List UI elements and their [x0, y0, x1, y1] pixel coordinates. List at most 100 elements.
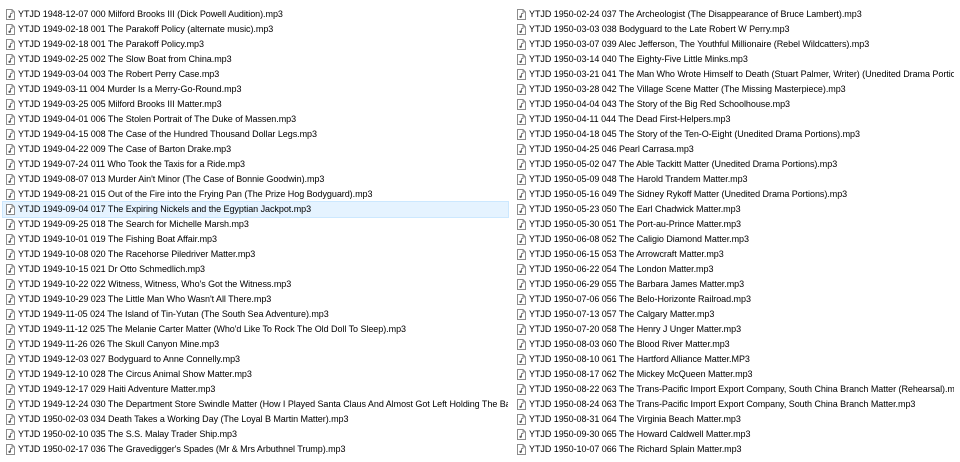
audio-file-icon	[6, 249, 15, 260]
file-item[interactable]: YTJD 1949-10-15 021 Dr Otto Schmedlich.m…	[3, 262, 508, 277]
file-item[interactable]: YTJD 1950-07-06 056 The Belo-Horizonte R…	[514, 292, 954, 307]
file-item[interactable]: YTJD 1950-05-09 048 The Harold Trandem M…	[514, 172, 954, 187]
file-item[interactable]: YTJD 1949-11-05 024 The Island of Tin-Yu…	[3, 307, 508, 322]
file-item[interactable]: YTJD 1949-12-24 030 The Department Store…	[3, 397, 508, 412]
file-item[interactable]: YTJD 1949-02-25 002 The Slow Boat from C…	[3, 52, 508, 67]
file-item[interactable]: YTJD 1950-04-18 045 The Story of the Ten…	[514, 127, 954, 142]
file-item[interactable]: YTJD 1949-09-04 017 The Expiring Nickels…	[2, 201, 509, 218]
file-item[interactable]: YTJD 1950-06-22 054 The London Matter.mp…	[514, 262, 954, 277]
audio-file-icon	[6, 99, 15, 110]
file-item[interactable]: YTJD 1949-04-01 006 The Stolen Portrait …	[3, 112, 508, 127]
file-item[interactable]: YTJD 1949-03-04 003 The Robert Perry Cas…	[3, 67, 508, 82]
file-item[interactable]: YTJD 1949-08-21 015 Out of the Fire into…	[3, 187, 508, 202]
audio-file-icon	[517, 354, 526, 365]
file-item[interactable]: YTJD 1950-03-28 042 The Village Scene Ma…	[514, 82, 954, 97]
file-item[interactable]: YTJD 1950-02-03 034 Death Takes a Workin…	[3, 412, 508, 427]
file-name: YTJD 1949-02-18 001 The Parakoff Policy …	[18, 24, 274, 34]
file-item[interactable]: YTJD 1949-03-11 004 Murder Is a Merry-Go…	[3, 82, 508, 97]
file-name: YTJD 1950-07-06 056 The Belo-Horizonte R…	[529, 294, 751, 304]
file-name: YTJD 1949-10-15 021 Dr Otto Schmedlich.m…	[18, 264, 205, 274]
audio-file-icon	[517, 249, 526, 260]
audio-file-icon	[6, 84, 15, 95]
file-name: YTJD 1950-08-31 064 The Virginia Beach M…	[529, 414, 741, 424]
file-name: YTJD 1949-10-29 023 The Little Man Who W…	[18, 294, 272, 304]
file-item[interactable]: YTJD 1950-08-22 063 The Trans-Pacific Im…	[514, 382, 954, 397]
file-item[interactable]: YTJD 1950-02-24 037 The Archeologist (Th…	[514, 7, 954, 22]
file-name: YTJD 1949-08-21 015 Out of the Fire into…	[18, 189, 373, 199]
file-item[interactable]: YTJD 1949-04-15 008 The Case of the Hund…	[3, 127, 508, 142]
audio-file-icon	[6, 234, 15, 245]
file-item[interactable]: YTJD 1949-11-12 025 The Melanie Carter M…	[3, 322, 508, 337]
file-item[interactable]: YTJD 1949-12-10 028 The Circus Animal Sh…	[3, 367, 508, 382]
file-name: YTJD 1950-08-22 063 The Trans-Pacific Im…	[529, 384, 954, 394]
file-item[interactable]: YTJD 1950-08-03 060 The Blood River Matt…	[514, 337, 954, 352]
file-item[interactable]: YTJD 1950-06-08 052 The Caligio Diamond …	[514, 232, 954, 247]
file-name: YTJD 1949-07-24 011 Who Took the Taxis f…	[18, 159, 245, 169]
file-item[interactable]: YTJD 1950-03-21 041 The Man Who Wrote Hi…	[514, 67, 954, 82]
file-item[interactable]: YTJD 1950-08-31 064 The Virginia Beach M…	[514, 412, 954, 427]
audio-file-icon	[517, 324, 526, 335]
audio-file-icon	[6, 159, 15, 170]
file-item[interactable]: YTJD 1949-02-18 001 The Parakoff Policy.…	[3, 37, 508, 52]
file-item[interactable]: YTJD 1950-05-02 047 The Able Tackitt Mat…	[514, 157, 954, 172]
file-item[interactable]: YTJD 1950-07-20 058 The Henry J Unger Ma…	[514, 322, 954, 337]
audio-file-icon	[517, 24, 526, 35]
file-list-pane: YTJD 1948-12-07 000 Milford Brooks III (…	[0, 0, 960, 462]
file-item[interactable]: YTJD 1948-12-07 000 Milford Brooks III (…	[3, 7, 508, 22]
file-name: YTJD 1950-04-18 045 The Story of the Ten…	[529, 129, 860, 139]
audio-file-icon	[6, 24, 15, 35]
file-item[interactable]: YTJD 1950-02-10 035 The S.S. Malay Trade…	[3, 427, 508, 442]
file-item[interactable]: YTJD 1950-05-16 049 The Sidney Rykoff Ma…	[514, 187, 954, 202]
file-name: YTJD 1950-05-30 051 The Port-au-Prince M…	[529, 219, 741, 229]
file-item[interactable]: YTJD 1950-06-15 053 The Arrowcraft Matte…	[514, 247, 954, 262]
file-item[interactable]: YTJD 1950-08-10 061 The Hartford Allianc…	[514, 352, 954, 367]
audio-file-icon	[517, 264, 526, 275]
audio-file-icon	[517, 174, 526, 185]
file-item[interactable]: YTJD 1949-07-24 011 Who Took the Taxis f…	[3, 157, 508, 172]
file-item[interactable]: YTJD 1950-02-17 036 The Gravedigger's Sp…	[3, 442, 508, 457]
file-name: YTJD 1950-03-21 041 The Man Who Wrote Hi…	[529, 69, 954, 79]
file-item[interactable]: YTJD 1950-09-30 065 The Howard Caldwell …	[514, 427, 954, 442]
file-name: YTJD 1950-06-15 053 The Arrowcraft Matte…	[529, 249, 724, 259]
audio-file-icon	[517, 144, 526, 155]
file-name: YTJD 1950-03-28 042 The Village Scene Ma…	[529, 84, 846, 94]
file-item[interactable]: YTJD 1950-03-03 038 Bodyguard to the Lat…	[514, 22, 954, 37]
file-item[interactable]: YTJD 1949-10-08 020 The Racehorse Piledr…	[3, 247, 508, 262]
file-name: YTJD 1950-08-24 063 The Trans-Pacific Im…	[529, 399, 916, 409]
file-item[interactable]: YTJD 1949-08-07 013 Murder Ain't Minor (…	[3, 172, 508, 187]
file-item[interactable]: YTJD 1950-03-14 040 The Eighty-Five Litt…	[514, 52, 954, 67]
audio-file-icon	[6, 339, 15, 350]
file-item[interactable]: YTJD 1949-10-22 022 Witness, Witness, Wh…	[3, 277, 508, 292]
file-name: YTJD 1950-04-11 044 The Dead First-Helpe…	[529, 114, 731, 124]
audio-file-icon	[517, 189, 526, 200]
file-item[interactable]: YTJD 1949-03-25 005 Milford Brooks III M…	[3, 97, 508, 112]
file-name: YTJD 1950-07-13 057 The Calgary Matter.m…	[529, 309, 715, 319]
file-item[interactable]: YTJD 1950-04-11 044 The Dead First-Helpe…	[514, 112, 954, 127]
audio-file-icon	[6, 414, 15, 425]
file-item[interactable]: YTJD 1950-07-13 057 The Calgary Matter.m…	[514, 307, 954, 322]
file-item[interactable]: YTJD 1950-08-24 063 The Trans-Pacific Im…	[514, 397, 954, 412]
file-item[interactable]: YTJD 1950-06-29 055 The Barbara James Ma…	[514, 277, 954, 292]
file-item[interactable]: YTJD 1950-05-30 051 The Port-au-Prince M…	[514, 217, 954, 232]
file-item[interactable]: YTJD 1950-05-23 050 The Earl Chadwick Ma…	[514, 202, 954, 217]
file-item[interactable]: YTJD 1949-10-01 019 The Fishing Boat Aff…	[3, 232, 508, 247]
file-item[interactable]: YTJD 1949-10-29 023 The Little Man Who W…	[3, 292, 508, 307]
audio-file-icon	[517, 159, 526, 170]
file-item[interactable]: YTJD 1950-04-25 046 Pearl Carrasa.mp3	[514, 142, 954, 157]
audio-file-icon	[517, 129, 526, 140]
file-item[interactable]: YTJD 1950-03-07 039 Alec Jefferson, The …	[514, 37, 954, 52]
audio-file-icon	[6, 54, 15, 65]
file-item[interactable]: YTJD 1949-11-26 026 The Skull Canyon Min…	[3, 337, 508, 352]
file-item[interactable]: YTJD 1949-04-22 009 The Case of Barton D…	[3, 142, 508, 157]
file-name: YTJD 1948-12-07 000 Milford Brooks III (…	[18, 9, 283, 19]
file-item[interactable]: YTJD 1949-12-03 027 Bodyguard to Anne Co…	[3, 352, 508, 367]
file-item[interactable]: YTJD 1949-12-17 029 Haiti Adventure Matt…	[3, 382, 508, 397]
file-name: YTJD 1950-08-10 061 The Hartford Allianc…	[529, 354, 750, 364]
file-item[interactable]: YTJD 1949-02-18 001 The Parakoff Policy …	[3, 22, 508, 37]
file-item[interactable]: YTJD 1950-10-07 066 The Richard Splain M…	[514, 442, 954, 457]
file-item[interactable]: YTJD 1950-08-17 062 The Mickey McQueen M…	[514, 367, 954, 382]
file-item[interactable]: YTJD 1949-09-25 018 The Search for Miche…	[3, 217, 508, 232]
file-item[interactable]: YTJD 1950-04-04 043 The Story of the Big…	[514, 97, 954, 112]
file-name: YTJD 1949-11-26 026 The Skull Canyon Min…	[18, 339, 220, 349]
audio-file-icon	[517, 99, 526, 110]
